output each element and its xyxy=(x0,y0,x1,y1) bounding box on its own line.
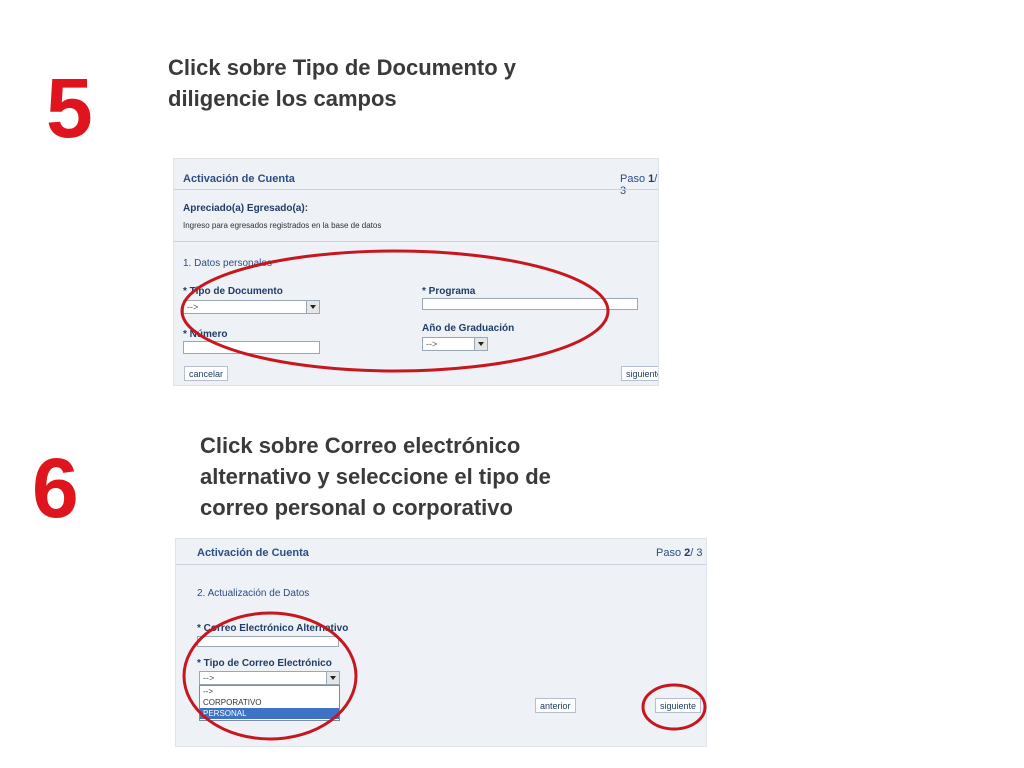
step-prefix: Paso xyxy=(656,547,685,559)
correo-alternativo-label: * Correo Electrónico Alternativo xyxy=(197,623,349,634)
tipo-documento-value: --> xyxy=(187,302,199,312)
chevron-down-icon[interactable] xyxy=(474,338,487,350)
step-5-caption: Click sobre Tipo de Documento y diligenc… xyxy=(168,52,516,114)
anio-graduacion-label: Año de Graduación xyxy=(422,323,515,334)
numero-label: * Número xyxy=(183,329,228,340)
programa-label: * Programa xyxy=(422,286,476,297)
panel-step-indicator: Paso 2/ 3 xyxy=(656,547,703,559)
correo-alternativo-input[interactable] xyxy=(197,636,339,647)
step-number-6: 6 xyxy=(32,441,79,535)
section-title: 1. Datos personales xyxy=(183,258,272,269)
chevron-down-icon[interactable] xyxy=(326,672,339,684)
step-total: / 3 xyxy=(690,547,703,559)
tipo-correo-options: --> CORPORATIVO PERSONAL xyxy=(199,685,340,721)
tipo-correo-select[interactable]: --> xyxy=(199,671,340,685)
cancel-button[interactable]: cancelar xyxy=(184,366,229,381)
panel-title: Activación de Cuenta xyxy=(183,173,295,185)
step-6-caption-line-1: Click sobre Correo electrónico xyxy=(200,433,521,458)
option-empty[interactable]: --> xyxy=(200,686,339,697)
tipo-documento-label: * Tipo de Documento xyxy=(183,286,283,297)
programa-input[interactable] xyxy=(422,298,638,310)
tipo-correo-value: --> xyxy=(203,673,215,683)
account-activation-panel-step-2: Activación de Cuenta Paso 2/ 3 2. Actual… xyxy=(175,538,707,747)
step-5-caption-line-2: diligencie los campos xyxy=(168,86,397,111)
divider xyxy=(174,189,658,190)
tipo-correo-label: * Tipo de Correo Electrónico xyxy=(197,658,332,669)
panel-title: Activación de Cuenta xyxy=(197,547,309,559)
divider xyxy=(174,241,658,242)
numero-input[interactable] xyxy=(183,341,320,354)
tipo-documento-select[interactable]: --> xyxy=(183,300,320,314)
anio-graduacion-value: --> xyxy=(426,339,438,349)
option-corporativo[interactable]: CORPORATIVO xyxy=(200,697,339,708)
next-button[interactable]: siguiente xyxy=(621,366,658,381)
step-5-caption-line-1: Click sobre Tipo de Documento y xyxy=(168,55,516,80)
next-button[interactable]: siguiente xyxy=(655,698,702,713)
step-6-caption-line-2: alternativo y seleccione el tipo de xyxy=(200,464,551,489)
description-text: Ingreso para egresados registrados en la… xyxy=(183,221,382,230)
anio-graduacion-select[interactable]: --> xyxy=(422,337,488,351)
step-6-caption: Click sobre Correo electrónico alternati… xyxy=(200,430,551,523)
step-number-5: 5 xyxy=(46,61,93,155)
chevron-down-icon[interactable] xyxy=(306,301,319,313)
section-title: 2. Actualización de Datos xyxy=(197,588,310,599)
divider xyxy=(176,564,706,565)
option-personal[interactable]: PERSONAL xyxy=(200,708,339,719)
greeting-label: Apreciado(a) Egresado(a): xyxy=(183,203,309,214)
step-prefix: Paso xyxy=(620,173,649,185)
panel-step-indicator: Paso 1/ 3 xyxy=(620,173,658,197)
step-6-caption-line-3: correo personal o corporativo xyxy=(200,495,513,520)
previous-button[interactable]: anterior xyxy=(535,698,576,713)
account-activation-panel-step-1: Activación de Cuenta Paso 1/ 3 Apreciado… xyxy=(173,158,659,386)
